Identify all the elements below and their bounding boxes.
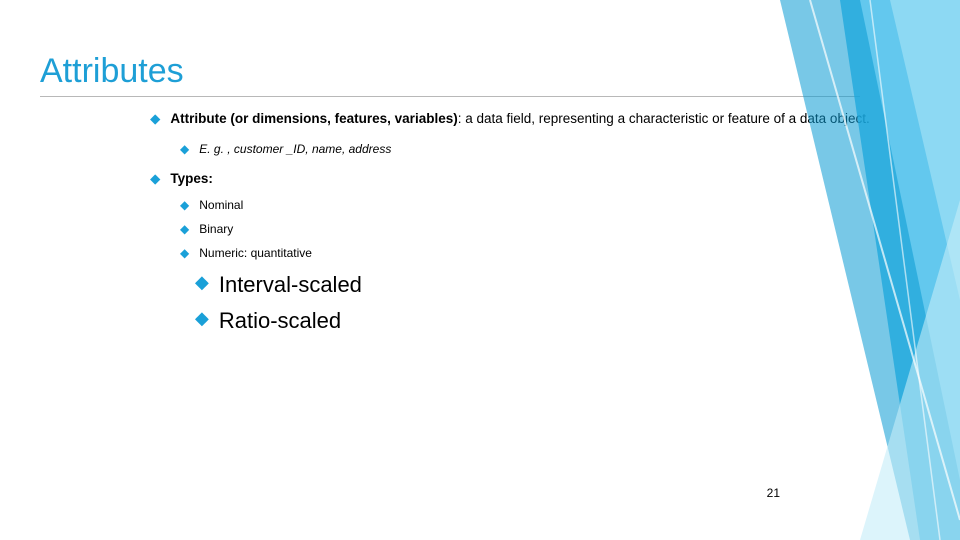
definition-bold: Attribute (or dimensions, features, vari… [170, 111, 457, 126]
ratio-text: Ratio-scaled [219, 308, 341, 334]
interval-text: Interval-scaled [219, 272, 362, 298]
bullet-numeric: ◆ Numeric: quantitative [180, 246, 870, 260]
chevron-icon: ◆ [180, 222, 189, 236]
bullet-interval: ◆ Interval-scaled [195, 272, 870, 298]
bullet-binary: ◆ Binary [180, 222, 870, 236]
bullet-ratio: ◆ Ratio-scaled [195, 308, 870, 334]
bullet-nominal: ◆ Nominal [180, 198, 870, 212]
chevron-icon: ◆ [150, 170, 160, 188]
bullet-example: ◆ E. g. , customer _ID, name, address [180, 142, 870, 156]
chevron-icon: ◆ [180, 142, 189, 156]
chevron-icon: ◆ [195, 308, 209, 329]
title-underline [40, 96, 860, 97]
chevron-icon: ◆ [150, 110, 160, 128]
nominal-text: Nominal [199, 198, 243, 212]
page-number: 21 [767, 486, 780, 500]
example-text: E. g. , customer _ID, name, address [199, 142, 391, 156]
binary-text: Binary [199, 222, 233, 236]
types-label: Types: [170, 170, 213, 188]
definition-rest: : a data field, representing a character… [458, 111, 870, 126]
chevron-icon: ◆ [180, 246, 189, 260]
slide-title: Attributes [40, 52, 184, 91]
slide-content: ◆ Attribute (or dimensions, features, va… [150, 110, 870, 344]
bullet-types: ◆ Types: [150, 170, 870, 188]
chevron-icon: ◆ [180, 198, 189, 212]
numeric-text: Numeric: quantitative [199, 246, 312, 260]
slide: Attributes ◆ Attribute (or dimensions, f… [0, 0, 960, 540]
bullet-definition: ◆ Attribute (or dimensions, features, va… [150, 110, 870, 128]
definition-text: Attribute (or dimensions, features, vari… [170, 110, 870, 128]
chevron-icon: ◆ [195, 272, 209, 293]
